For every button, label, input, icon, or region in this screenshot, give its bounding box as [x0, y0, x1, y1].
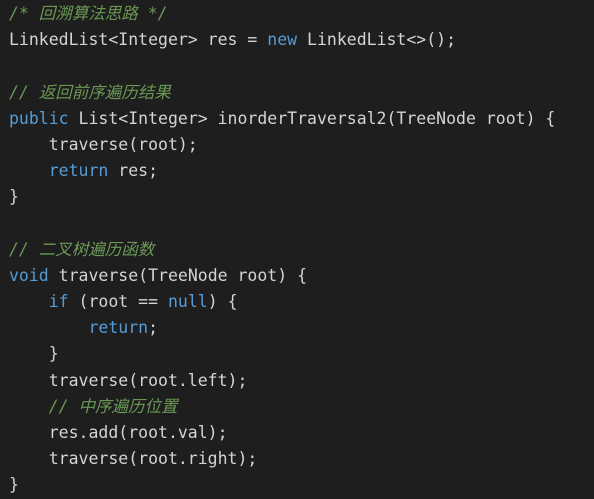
code-text: ; [148, 318, 159, 338]
code-keyword: void [9, 265, 49, 285]
code-text: traverse(TreeNode root) { [48, 265, 308, 285]
code-keyword: new [267, 30, 298, 50]
code-text: } [9, 475, 19, 495]
code-text: res; [108, 161, 159, 181]
code-text: LinkedList<>(); [297, 30, 457, 50]
code-line: // 返回前序遍历结果 [9, 80, 594, 106]
code-text: LinkedList<Integer> res = [9, 30, 268, 50]
code-line: void traverse(TreeNode root) { [9, 263, 594, 289]
code-comment: // 中序遍历位置 [48, 396, 178, 416]
code-text: traverse(root); [9, 134, 198, 154]
code-block: /* 回溯算法思路 */ LinkedList<Integer> res = ne… [9, 1, 594, 499]
code-keyword: if [48, 292, 69, 312]
code-comment: // 返回前序遍历结果 [9, 82, 171, 102]
code-line: public List<Integer> inorderTraversal2(T… [9, 106, 594, 132]
code-line: // 中序遍历位置 [9, 394, 594, 420]
code-text: traverse(root.left); [9, 370, 248, 390]
code-keyword: return [88, 318, 149, 338]
code-text: } [9, 187, 19, 207]
code-text: List<Integer> inorderTraversal2(TreeNode… [68, 108, 556, 128]
code-line: } [9, 184, 594, 210]
code-text: ) { [207, 292, 238, 312]
code-line: traverse(root.left); [9, 368, 594, 394]
code-line: res.add(root.val); [9, 420, 594, 446]
code-line: if (root == null) { [9, 289, 594, 315]
code-line: LinkedList<Integer> res = new LinkedList… [9, 27, 594, 53]
code-comment: // 二叉树遍历函数 [9, 239, 155, 259]
code-line: // 二叉树遍历函数 [9, 237, 594, 263]
code-line: } [9, 341, 594, 367]
code-keyword: public [9, 108, 69, 128]
code-line: return; [9, 315, 594, 341]
code-text: traverse(root.right); [9, 449, 258, 469]
code-line: /* 回溯算法思路 */ [9, 1, 594, 27]
code-comment: /* 回溯算法思路 */ [9, 4, 168, 23]
code-text: (root == [68, 292, 168, 312]
code-text: } [9, 344, 59, 364]
code-line: traverse(root.right); [9, 446, 594, 472]
code-text: res.add(root.val); [9, 423, 228, 442]
code-keyword: return [48, 161, 109, 181]
code-line: } [9, 472, 594, 498]
code-line: return res; [9, 158, 594, 184]
code-line: traverse(root); [9, 132, 594, 158]
code-editor[interactable]: /* 回溯算法思路 */ LinkedList<Integer> res = ne… [0, 0, 594, 499]
code-keyword: null [167, 292, 208, 312]
